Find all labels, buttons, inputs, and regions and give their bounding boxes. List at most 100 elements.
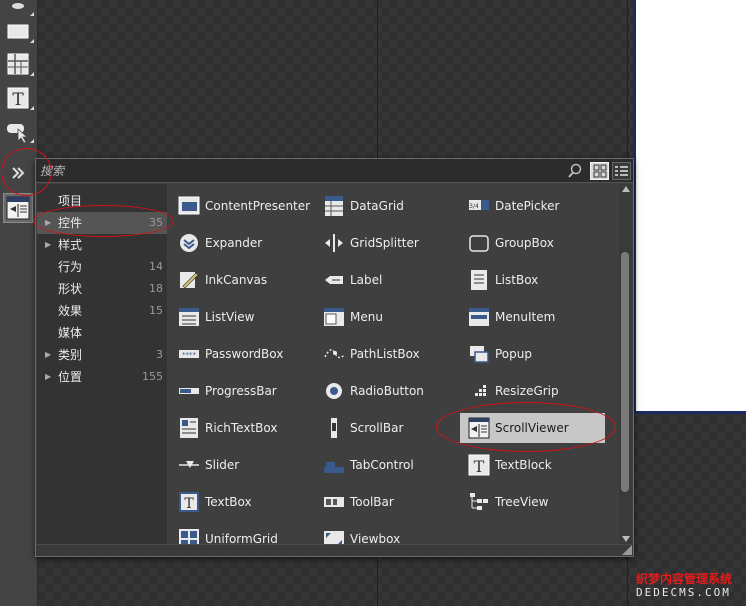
expand-assets-button[interactable] bbox=[4, 158, 32, 188]
category-label: 类别 bbox=[58, 348, 83, 362]
resizegrip-icon bbox=[468, 380, 490, 402]
control-item[interactable]: ResizeGrip bbox=[460, 376, 605, 406]
control-item[interactable]: MenuItem bbox=[460, 302, 605, 332]
control-item[interactable]: GridSplitter bbox=[315, 228, 460, 258]
grid-view-button[interactable] bbox=[590, 162, 609, 180]
control-item[interactable]: ToolBar bbox=[315, 487, 460, 517]
control-item[interactable]: T TextBox bbox=[170, 487, 315, 517]
control-item[interactable]: Expander bbox=[170, 228, 315, 258]
control-item[interactable]: Popup bbox=[460, 339, 605, 369]
control-pointer-icon bbox=[7, 124, 29, 143]
control-item[interactable]: **** PasswordBox bbox=[170, 339, 315, 369]
groupbox-icon bbox=[468, 232, 490, 254]
category-item[interactable]: ▶ 位置 155 bbox=[37, 366, 167, 388]
scroll-down-arrow-icon[interactable] bbox=[622, 536, 630, 542]
tool-grid[interactable] bbox=[4, 50, 34, 78]
control-item[interactable]: ListBox bbox=[460, 265, 605, 295]
control-item[interactable]: InkCanvas bbox=[170, 265, 315, 295]
text-tool-icon: T bbox=[7, 87, 29, 110]
expand-arrow-icon[interactable]: ▶ bbox=[45, 212, 51, 234]
assets-tool-button[interactable] bbox=[3, 193, 33, 223]
control-item[interactable]: Slider bbox=[170, 450, 315, 480]
category-label: 样式 bbox=[58, 238, 83, 252]
category-item[interactable]: 效果 15 bbox=[37, 300, 167, 322]
resize-grip-icon[interactable] bbox=[622, 545, 632, 555]
control-item[interactable]: Viewbox bbox=[315, 524, 460, 544]
scroll-up-arrow-icon[interactable] bbox=[622, 186, 630, 192]
tool-rectangle[interactable] bbox=[4, 17, 34, 45]
control-name: GroupBox bbox=[495, 236, 554, 250]
inkcanvas-icon bbox=[178, 269, 200, 291]
search-icon[interactable] bbox=[567, 163, 583, 179]
expand-arrow-icon[interactable]: ▶ bbox=[45, 234, 51, 256]
list-view-icon bbox=[615, 166, 628, 176]
control-name: TextBox bbox=[205, 495, 252, 509]
tool-text[interactable]: T bbox=[4, 84, 34, 112]
control-item[interactable]: ProgressBar bbox=[170, 376, 315, 406]
passwordbox-icon: **** bbox=[178, 343, 200, 365]
control-item[interactable]: PathListBox bbox=[315, 339, 460, 369]
category-item[interactable]: ▶ 控件 35 bbox=[37, 212, 167, 234]
category-item[interactable]: 项目 bbox=[37, 190, 167, 212]
category-item[interactable]: 媒体 bbox=[37, 322, 167, 344]
expand-arrow-icon[interactable]: ▶ bbox=[45, 344, 51, 366]
grid-layout-icon bbox=[7, 53, 29, 75]
control-item[interactable]: UniformGrid bbox=[170, 524, 315, 544]
tool-controls[interactable] bbox=[4, 117, 34, 145]
expander-icon bbox=[178, 232, 200, 254]
control-item[interactable]: ScrollViewer bbox=[460, 413, 605, 443]
assets-popup: 项目 ▶ 控件 35 ▶ 样式行为 14 形状 18 效果 15 媒体 ▶ 类别 3 ▶ 位置 155 Conte… bbox=[35, 158, 634, 557]
uniformgrid-icon bbox=[178, 528, 200, 544]
control-name: ScrollBar bbox=[350, 421, 404, 435]
control-item[interactable]: Menu bbox=[315, 302, 460, 332]
control-item[interactable]: TabControl bbox=[315, 450, 460, 480]
category-item[interactable]: 形状 18 bbox=[37, 278, 167, 300]
control-item[interactable]: RadioButton bbox=[315, 376, 460, 406]
category-count: 3 bbox=[156, 348, 163, 361]
progressbar-icon bbox=[178, 380, 200, 402]
expand-arrow-icon[interactable]: ▶ bbox=[45, 366, 51, 388]
control-name: PathListBox bbox=[350, 347, 420, 361]
control-item[interactable]: GroupBox bbox=[460, 228, 605, 258]
control-name: TextBlock bbox=[495, 458, 552, 472]
control-item[interactable]: ScrollBar bbox=[315, 413, 460, 443]
control-item[interactable]: ListView bbox=[170, 302, 315, 332]
control-name: RichTextBox bbox=[205, 421, 278, 435]
control-name: UniformGrid bbox=[205, 532, 278, 544]
control-name: ResizeGrip bbox=[495, 384, 559, 398]
control-name: Menu bbox=[350, 310, 383, 324]
category-count: 18 bbox=[149, 282, 163, 295]
control-item[interactable]: DataGrid bbox=[315, 191, 460, 221]
list-view-button[interactable] bbox=[612, 162, 631, 180]
popup-icon bbox=[468, 343, 490, 365]
control-item[interactable]: TreeView bbox=[460, 487, 605, 517]
control-item[interactable]: RichTextBox bbox=[170, 413, 315, 443]
category-item[interactable]: 行为 14 bbox=[37, 256, 167, 278]
category-label: 媒体 bbox=[58, 326, 83, 340]
control-item[interactable]: ContentPresenter bbox=[170, 191, 315, 221]
category-label: 形状 bbox=[58, 282, 83, 296]
category-count: 15 bbox=[149, 304, 163, 317]
category-item[interactable]: ▶ 样式 bbox=[37, 234, 167, 256]
search-input[interactable] bbox=[40, 162, 560, 180]
radiobutton-icon bbox=[323, 380, 345, 402]
control-item[interactable]: Label bbox=[315, 265, 460, 295]
control-name: TreeView bbox=[495, 495, 549, 509]
control-name: PasswordBox bbox=[205, 347, 284, 361]
tool-brush[interactable] bbox=[4, 0, 34, 18]
controls-scrollbar[interactable] bbox=[619, 184, 632, 544]
control-name: Label bbox=[350, 273, 383, 287]
control-name: ListView bbox=[205, 310, 255, 324]
control-item[interactable]: T TextBlock bbox=[460, 450, 605, 480]
scroll-thumb[interactable] bbox=[621, 252, 629, 492]
slider-icon bbox=[178, 454, 200, 476]
control-name: Viewbox bbox=[350, 532, 401, 544]
double-chevron-right-icon bbox=[12, 167, 25, 179]
toolbar-icon bbox=[323, 491, 345, 513]
viewbox-icon bbox=[323, 528, 345, 544]
category-item[interactable]: ▶ 类别 3 bbox=[37, 344, 167, 366]
control-name: ScrollViewer bbox=[495, 421, 569, 435]
listbox-icon bbox=[468, 269, 490, 291]
control-item[interactable]: 3/4 DatePicker bbox=[460, 191, 605, 221]
textblock-icon: T bbox=[468, 454, 490, 476]
